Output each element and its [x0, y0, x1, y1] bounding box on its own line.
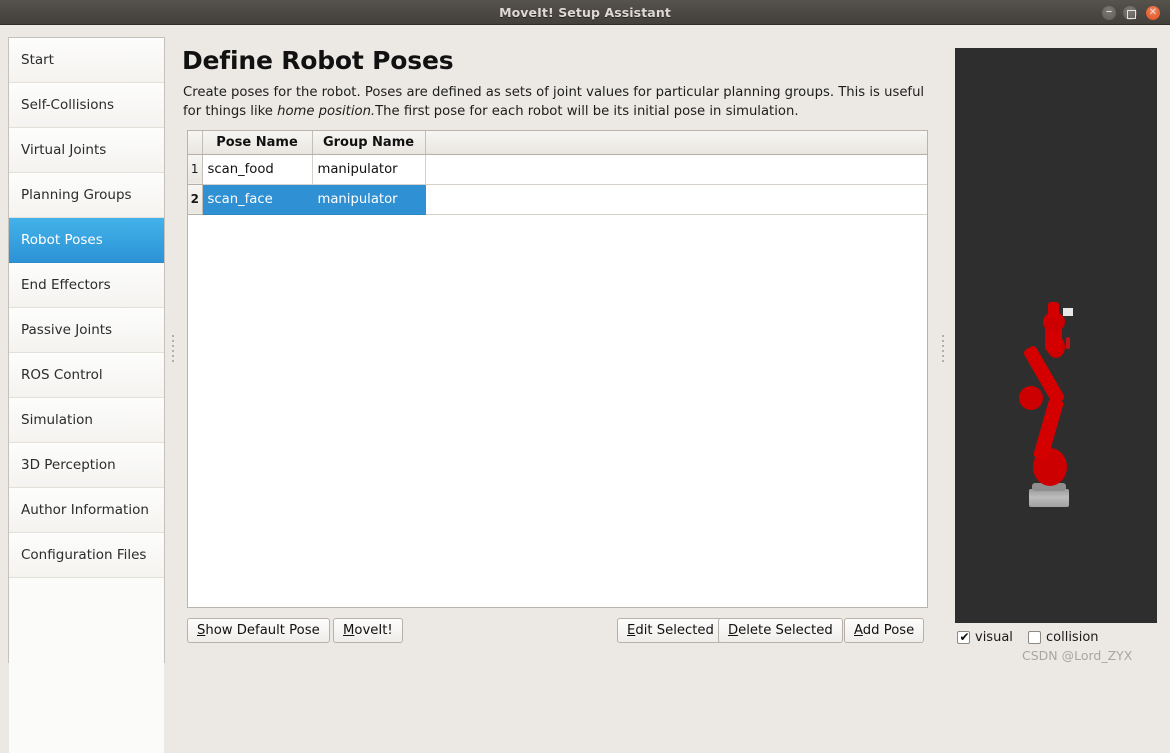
action-button-row: Show Default Pose MoveIt! Edit Selected …: [187, 618, 928, 644]
add-pose-button[interactable]: Add Pose: [844, 618, 925, 643]
poses-table: Pose Name Group Name 1 scan_food manipul…: [188, 131, 927, 215]
close-button[interactable]: ✕: [1146, 6, 1160, 20]
collision-checkbox[interactable]: collision: [1028, 630, 1099, 645]
close-icon: ✕: [1148, 7, 1158, 18]
maximize-button[interactable]: [1123, 6, 1137, 20]
table-row[interactable]: 2 scan_face manipulator: [188, 184, 927, 215]
robot-base-plate: [1029, 489, 1069, 507]
moveit-button[interactable]: MoveIt!: [333, 618, 403, 643]
table-corner-header[interactable]: [188, 131, 203, 155]
sidebar-item-planning-groups[interactable]: Planning Groups: [9, 173, 164, 218]
minimize-icon: –: [1105, 4, 1113, 19]
robot-joint-shoulder: [1019, 386, 1043, 410]
navigation-sidebar: Start Self-Collisions Virtual Joints Pla…: [8, 37, 165, 753]
sidebar-item-start[interactable]: Start: [9, 38, 164, 83]
cell-pose-name[interactable]: scan_face: [202, 184, 313, 215]
sidebar-item-configuration-files[interactable]: Configuration Files: [9, 533, 164, 578]
page-title: Define Robot Poses: [182, 46, 454, 75]
sidebar-item-label: End Effectors: [21, 277, 111, 293]
description-emphasis: home position.: [277, 104, 376, 119]
sidebar-item-author-information[interactable]: Author Information: [9, 488, 164, 533]
window-title: MoveIt! Setup Assistant: [499, 5, 671, 20]
cell-group-name[interactable]: manipulator: [312, 154, 426, 185]
sidebar-item-passive-joints[interactable]: Passive Joints: [9, 308, 164, 353]
label-rest: dd Pose: [862, 623, 915, 638]
sidebar-item-3d-perception[interactable]: 3D Perception: [9, 443, 164, 488]
table-header-row: Pose Name Group Name: [188, 131, 927, 155]
sidebar-item-label: Passive Joints: [21, 322, 113, 338]
sidebar-item-label: 3D Perception: [21, 457, 116, 473]
robot-3d-viewport[interactable]: [955, 48, 1157, 623]
edit-selected-button[interactable]: Edit Selected: [617, 618, 724, 643]
label-rest: dit Selected: [635, 623, 714, 638]
sidebar-item-simulation[interactable]: Simulation: [9, 398, 164, 443]
sidebar-item-self-collisions[interactable]: Self-Collisions: [9, 83, 164, 128]
title-bar: MoveIt! Setup Assistant – ✕: [0, 0, 1170, 25]
main-panel: Define Robot Poses Create poses for the …: [182, 37, 938, 663]
sidebar-item-label: Simulation: [21, 412, 93, 428]
sidebar-item-label: Self-Collisions: [21, 97, 115, 113]
cell-pose-name[interactable]: scan_food: [202, 154, 313, 185]
sidebar-splitter-handle[interactable]: [168, 300, 178, 400]
sidebar-item-label: Planning Groups: [21, 187, 132, 203]
viewport-splitter-handle[interactable]: [938, 300, 948, 400]
delete-selected-button[interactable]: Delete Selected: [718, 618, 843, 643]
column-header-pose-name[interactable]: Pose Name: [202, 131, 313, 155]
robot-tool-flange: [1048, 302, 1059, 318]
collision-checkbox-label: collision: [1046, 630, 1099, 645]
minimize-button[interactable]: –: [1102, 4, 1116, 20]
splitter-dots: [942, 335, 944, 365]
column-header-group-name[interactable]: Group Name: [312, 131, 426, 155]
label-rest: how Default Pose: [205, 623, 320, 638]
label-rest: oveIt!: [354, 623, 393, 638]
checkbox-checked-icon: [957, 629, 971, 645]
column-header-filler: [425, 131, 927, 155]
viewport-marker-icon: [1063, 308, 1073, 316]
sidebar-item-robot-poses[interactable]: Robot Poses: [9, 218, 164, 263]
viewport-secondary-marker-icon: [1066, 337, 1070, 349]
visual-checkbox[interactable]: visual: [957, 629, 1013, 645]
page-description: Create poses for the robot. Poses are de…: [183, 83, 928, 121]
mnemonic: M: [343, 623, 355, 638]
viewport-options: visual collision: [955, 629, 1170, 650]
splitter-dots: [172, 335, 174, 365]
label-rest: elete Selected: [738, 623, 833, 638]
row-number[interactable]: 2: [188, 184, 203, 215]
mnemonic: A: [854, 623, 863, 638]
table-row[interactable]: 1 scan_food manipulator: [188, 154, 927, 185]
mnemonic: D: [728, 623, 739, 638]
poses-table-container[interactable]: Pose Name Group Name 1 scan_food manipul…: [187, 130, 928, 608]
robot-model: [1015, 298, 1095, 513]
maximize-icon: [1123, 6, 1137, 20]
show-default-pose-button[interactable]: Show Default Pose: [187, 618, 330, 643]
sidebar-item-label: ROS Control: [21, 367, 103, 383]
sidebar-item-end-effectors[interactable]: End Effectors: [9, 263, 164, 308]
sidebar-item-label: Robot Poses: [21, 232, 103, 248]
sidebar-item-label: Author Information: [21, 502, 149, 518]
cell-filler: [425, 154, 927, 185]
cell-filler: [425, 184, 927, 215]
sidebar-item-label: Configuration Files: [21, 547, 147, 563]
cell-group-name[interactable]: manipulator: [312, 184, 426, 215]
sidebar-item-label: Virtual Joints: [21, 142, 107, 158]
sidebar-item-label: Start: [21, 52, 54, 68]
sidebar-empty-area: [9, 578, 164, 753]
sidebar-item-virtual-joints[interactable]: Virtual Joints: [9, 128, 164, 173]
checkbox-unchecked-icon: [1028, 631, 1041, 644]
visual-checkbox-label: visual: [975, 630, 1013, 645]
row-number[interactable]: 1: [188, 154, 203, 185]
sidebar-item-ros-control[interactable]: ROS Control: [9, 353, 164, 398]
watermark-text: CSDN @Lord_ZYX: [1022, 648, 1133, 663]
description-part-2: The first pose for each robot will be it…: [375, 104, 799, 119]
